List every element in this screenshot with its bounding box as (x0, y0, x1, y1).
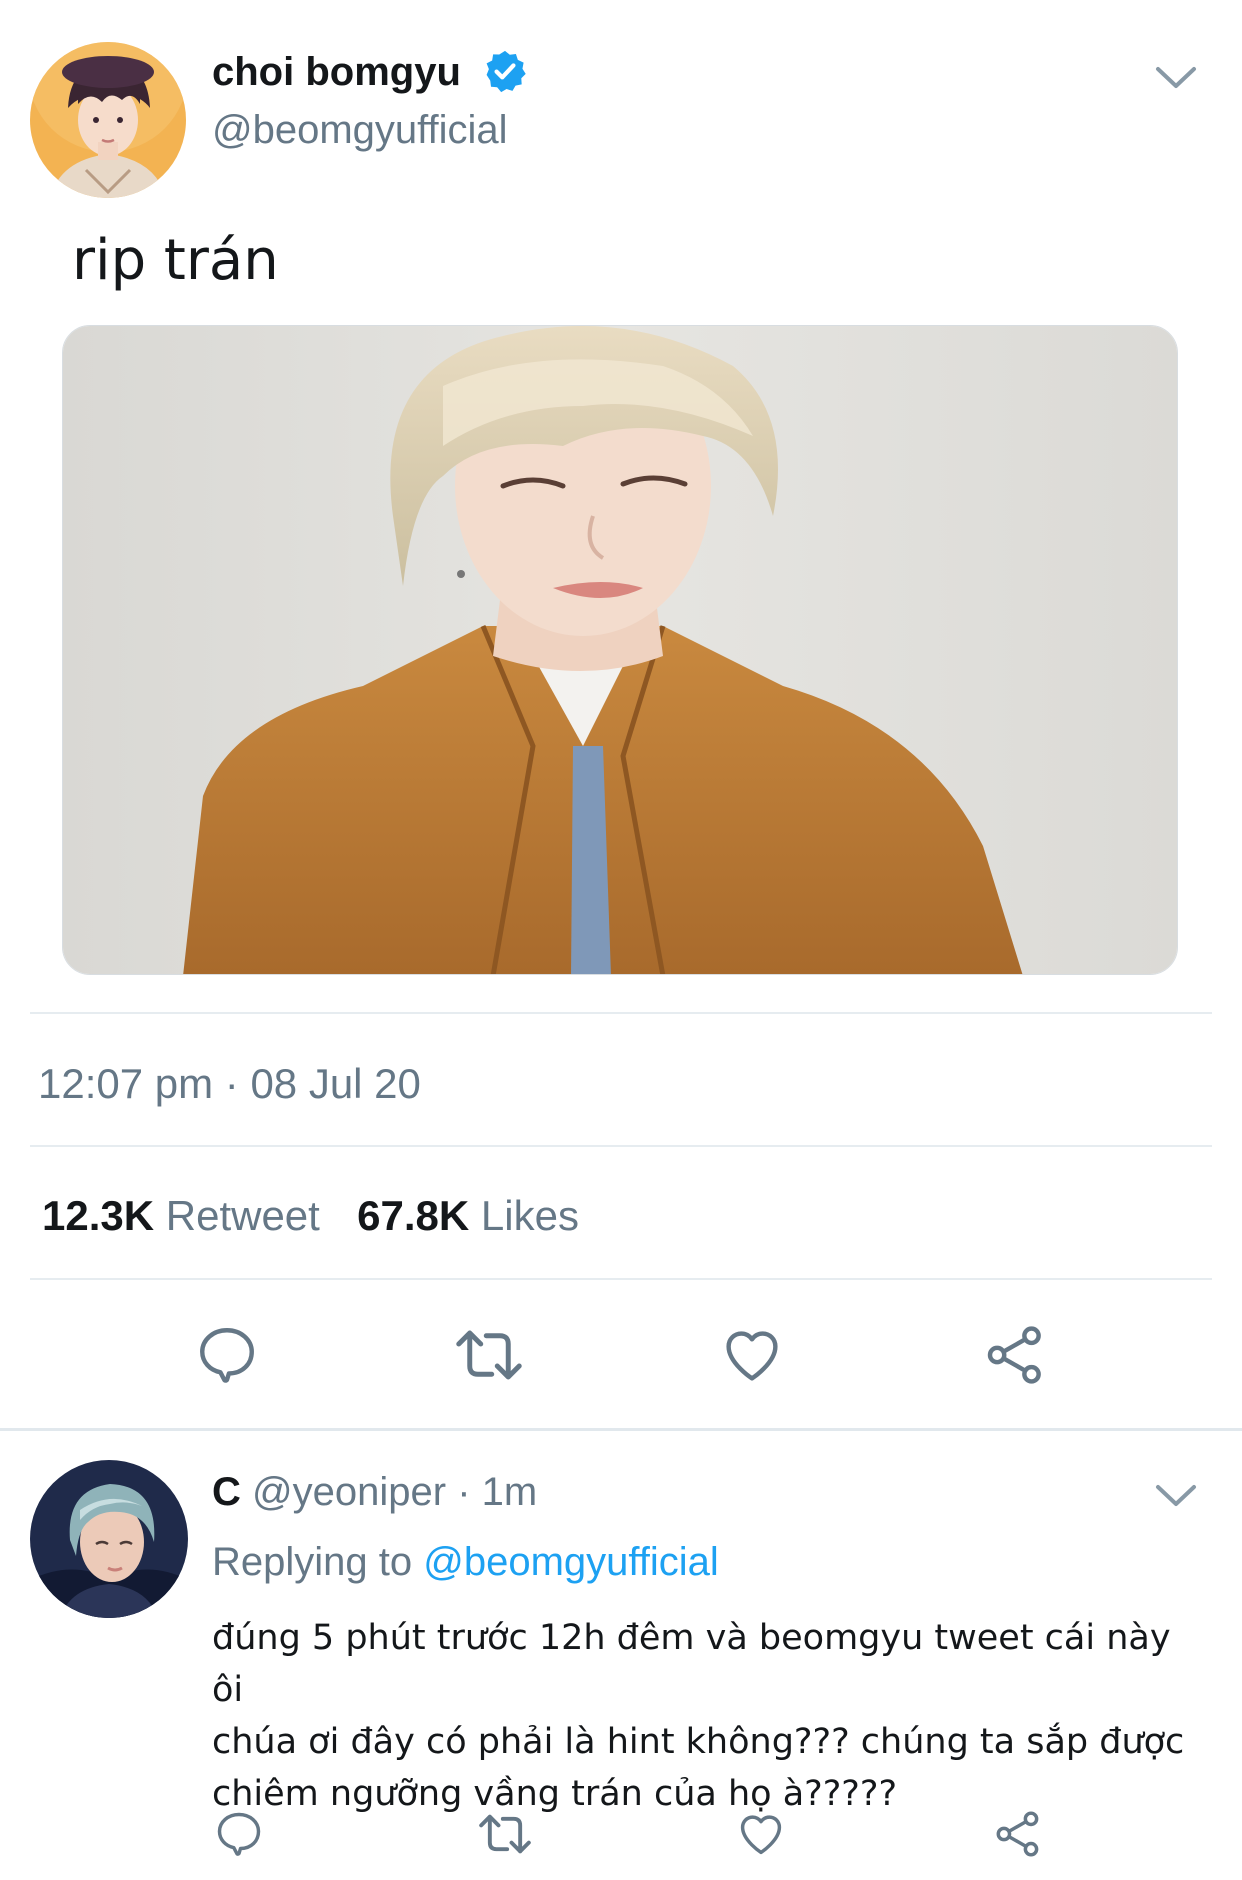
reply-text-line: chiêm ngưỡng vầng trán của họ à????? (212, 1774, 898, 1814)
tweet-timestamp[interactable]: 12:07 pm · 08 Jul 20 (38, 1060, 421, 1108)
reply-retweet-button[interactable] (476, 1808, 534, 1865)
divider (30, 1278, 1212, 1280)
replying-to-handle-link[interactable]: @beomgyufficial (423, 1540, 719, 1584)
reply-author-display-name[interactable]: C (212, 1470, 241, 1514)
author-display-name[interactable]: choi bomgyu (212, 50, 461, 95)
reply-icon (217, 1812, 261, 1856)
reply-author-line: C @yeoniper · 1m (212, 1470, 537, 1515)
reply-like-button[interactable] (735, 1808, 787, 1865)
replying-to-line: Replying to @beomgyufficial (212, 1540, 719, 1585)
replying-to-label: Replying to (212, 1540, 413, 1584)
reply-menu-chevron-icon[interactable] (1154, 1482, 1198, 1515)
divider (30, 1145, 1212, 1147)
reply-author-avatar[interactable] (30, 1460, 188, 1618)
reply-text: đúng 5 phút trước 12h đêm và beomgyu twe… (212, 1612, 1212, 1820)
section-divider (0, 1428, 1242, 1431)
like-icon (740, 1815, 782, 1855)
reply-text-line: chúa ơi đây có phải là hint không??? chú… (212, 1722, 1185, 1762)
retweet-icon (456, 1330, 522, 1380)
share-icon (987, 1326, 1041, 1384)
share-icon (996, 1811, 1039, 1857)
verified-badge-icon (482, 48, 528, 94)
retweet-label[interactable]: Retweet (166, 1192, 320, 1239)
retweet-button[interactable] (452, 1322, 526, 1388)
author-handle[interactable]: @beomgyufficial (212, 108, 508, 153)
retweet-icon (479, 1814, 531, 1854)
reply-button[interactable] (194, 1322, 260, 1388)
reply-time: · 1m (457, 1470, 538, 1514)
divider (30, 1012, 1212, 1014)
reply-text-line: đúng 5 phút trước 12h đêm và beomgyu twe… (212, 1618, 1171, 1710)
likes-count[interactable]: 67.8K (357, 1192, 469, 1239)
reply-author-handle[interactable]: @yeoniper (252, 1470, 446, 1514)
tweet-media-photo[interactable] (62, 325, 1178, 975)
author-avatar[interactable] (30, 42, 186, 198)
reply-share-button[interactable] (992, 1808, 1044, 1865)
retweet-count[interactable]: 12.3K (42, 1192, 154, 1239)
tweet-stats: 12.3K Retweet 67.8K Likes (42, 1192, 579, 1240)
share-button[interactable] (982, 1322, 1048, 1388)
like-button[interactable] (719, 1322, 785, 1388)
like-icon (726, 1331, 778, 1381)
reply-reply-button[interactable] (213, 1808, 265, 1865)
tweet-menu-chevron-icon[interactable] (1154, 64, 1198, 97)
tweet-text: rip trán (72, 228, 279, 293)
likes-label[interactable]: Likes (481, 1192, 579, 1239)
reply-icon (200, 1328, 254, 1383)
